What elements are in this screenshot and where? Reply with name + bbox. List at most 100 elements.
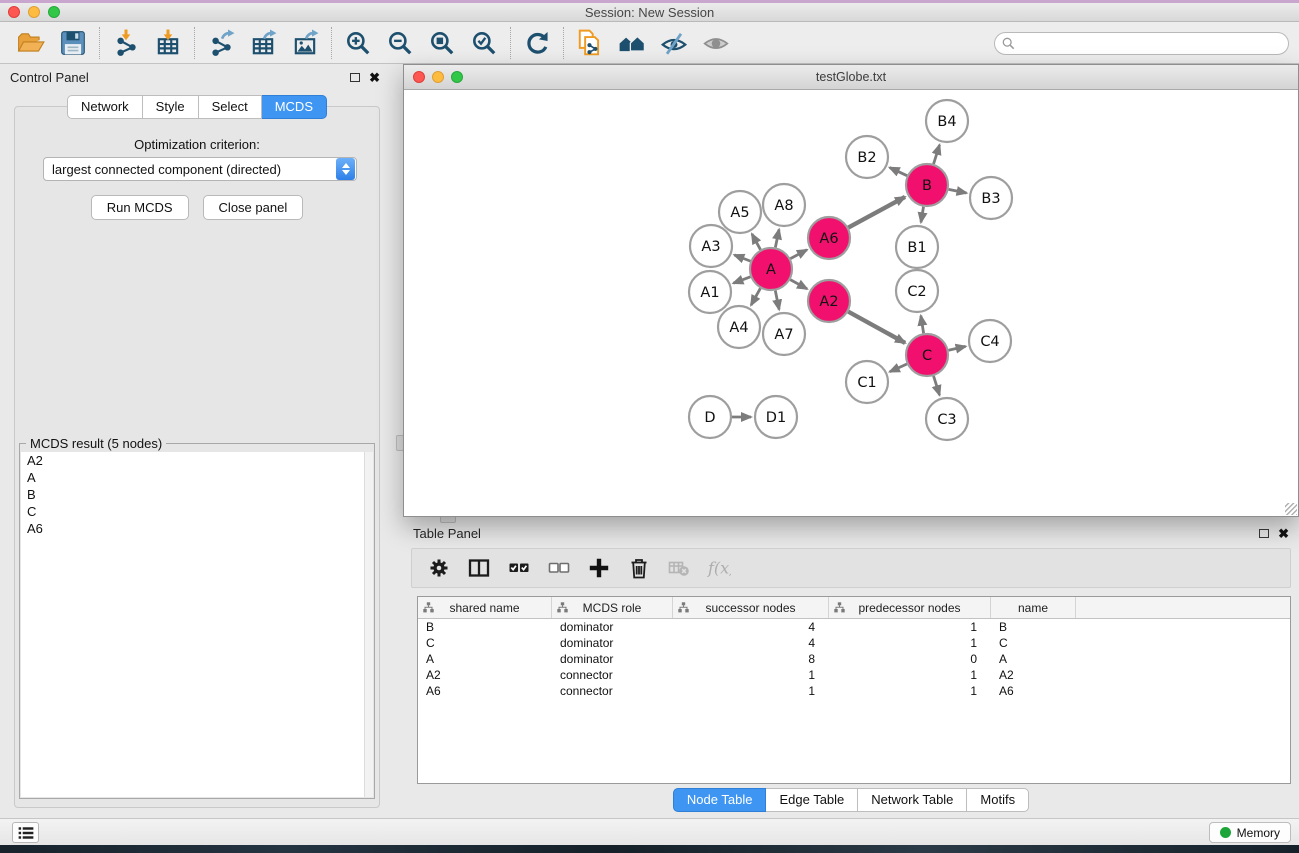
network-zoom-button[interactable] <box>451 71 463 83</box>
node-A[interactable]: A <box>750 248 792 290</box>
edge-A-A1[interactable] <box>733 277 750 283</box>
column-header-predecessor-nodes[interactable]: predecessor nodes <box>829 597 991 618</box>
node-D1[interactable]: D1 <box>755 396 797 438</box>
mcds-result-item[interactable]: B <box>21 486 373 503</box>
node-A4[interactable]: A4 <box>718 306 760 348</box>
mcds-result-item[interactable]: A6 <box>21 520 373 537</box>
columns-button[interactable] <box>462 552 496 584</box>
edge-B-B1[interactable] <box>921 207 924 223</box>
zoom-in-button[interactable] <box>337 25 379 61</box>
search-field[interactable] <box>994 32 1289 55</box>
table-row-B[interactable]: Bdominator41B <box>418 619 1290 635</box>
export-table-button[interactable] <box>242 25 284 61</box>
minimize-window-button[interactable] <box>28 6 40 18</box>
table-close-panel-icon[interactable]: ✖ <box>1278 527 1289 540</box>
mcds-result-item[interactable]: C <box>21 503 373 520</box>
window-resize-grip[interactable] <box>1285 503 1297 515</box>
trash-button[interactable] <box>622 552 656 584</box>
column-header-name[interactable]: name <box>991 597 1076 618</box>
search-input[interactable] <box>1015 34 1288 53</box>
node-A7[interactable]: A7 <box>763 313 805 355</box>
edge-A-A3[interactable] <box>734 255 750 261</box>
table-float-panel-icon[interactable] <box>1259 529 1269 538</box>
network-minimize-button[interactable] <box>432 71 444 83</box>
column-header-shared-name[interactable]: shared name <box>418 597 552 618</box>
edge-A-A8[interactable] <box>775 229 779 247</box>
node-A1[interactable]: A1 <box>689 271 731 313</box>
node-B4[interactable]: B4 <box>926 100 968 142</box>
table-row-A[interactable]: Adominator80A <box>418 651 1290 667</box>
node-D[interactable]: D <box>689 396 731 438</box>
column-header-successor-nodes[interactable]: successor nodes <box>673 597 829 618</box>
node-A8[interactable]: A8 <box>763 184 805 226</box>
zoom-fit-button[interactable] <box>421 25 463 61</box>
tab-select[interactable]: Select <box>199 95 262 119</box>
table-row-A2[interactable]: A2connector11A2 <box>418 667 1290 683</box>
table-tab-network-table[interactable]: Network Table <box>858 788 967 812</box>
node-C2[interactable]: C2 <box>896 270 938 312</box>
edge-A-A5[interactable] <box>752 234 761 250</box>
node-C[interactable]: C <box>906 334 948 376</box>
eye-slash-button[interactable] <box>653 25 695 61</box>
edge-B-B2[interactable] <box>890 168 907 176</box>
edge-A-A2[interactable] <box>790 280 807 289</box>
close-window-button[interactable] <box>8 6 20 18</box>
edge-A-A4[interactable] <box>751 288 760 305</box>
network-close-button[interactable] <box>413 71 425 83</box>
network-canvas[interactable]: A A1 A2 A3 A4 A5 A6 A7 A8 B B1 B2 B3B4 C C1 C2 C3C4 D D1 <box>404 90 1298 516</box>
node-C1[interactable]: C1 <box>846 361 888 403</box>
node-A3[interactable]: A3 <box>690 225 732 267</box>
close-panel-icon[interactable]: ✖ <box>369 71 380 84</box>
node-A5[interactable]: A5 <box>719 191 761 233</box>
table-tab-motifs[interactable]: Motifs <box>967 788 1029 812</box>
tab-network[interactable]: Network <box>67 95 143 119</box>
table-row-C[interactable]: Cdominator41C <box>418 635 1290 651</box>
export-image-button[interactable] <box>284 25 326 61</box>
node-A6[interactable]: A6 <box>808 217 850 259</box>
node-B2[interactable]: B2 <box>846 136 888 178</box>
run-mcds-button[interactable]: Run MCDS <box>91 195 189 220</box>
edge-C-C3[interactable] <box>934 376 940 395</box>
edge-C-C1[interactable] <box>890 364 907 372</box>
gear-button[interactable] <box>422 552 456 584</box>
open-session-folder-button[interactable] <box>10 25 52 61</box>
criterion-dropdown[interactable]: largest connected component (directed) <box>43 157 357 181</box>
node-B1[interactable]: B1 <box>896 226 938 268</box>
edge-A6-B[interactable] <box>848 197 905 228</box>
node-B3[interactable]: B3 <box>970 177 1012 219</box>
close-panel-button[interactable]: Close panel <box>203 195 304 220</box>
edge-A-A6[interactable] <box>790 250 807 259</box>
memory-button[interactable]: Memory <box>1209 822 1291 843</box>
clone-network-button[interactable] <box>569 25 611 61</box>
import-table-button[interactable] <box>147 25 189 61</box>
table-row-A6[interactable]: A6connector11A6 <box>418 683 1290 699</box>
save-session-button[interactable] <box>52 25 94 61</box>
node-C4[interactable]: C4 <box>969 320 1011 362</box>
refresh-button[interactable] <box>516 25 558 61</box>
edge-C-C4[interactable] <box>948 346 965 350</box>
mcds-result-item[interactable]: A2 <box>21 452 373 469</box>
edge-B-B4[interactable] <box>934 145 940 164</box>
zoom-window-button[interactable] <box>48 6 60 18</box>
houses-button[interactable] <box>611 25 653 61</box>
select-all-checkboxes-button[interactable] <box>502 552 536 584</box>
edge-A2-C[interactable] <box>848 312 905 343</box>
edge-C-C2[interactable] <box>921 316 924 334</box>
task-history-button[interactable] <box>12 822 39 843</box>
node-B[interactable]: B <box>906 164 948 206</box>
mcds-result-item[interactable]: A <box>21 469 373 486</box>
zoom-selected-button[interactable] <box>463 25 505 61</box>
tab-style[interactable]: Style <box>143 95 199 119</box>
column-header-MCDS-role[interactable]: MCDS role <box>552 597 673 618</box>
result-scrollbar[interactable] <box>364 452 373 797</box>
add-button[interactable] <box>582 552 616 584</box>
import-network-button[interactable] <box>105 25 147 61</box>
edge-A-A7[interactable] <box>775 291 779 310</box>
node-A2[interactable]: A2 <box>808 280 850 322</box>
table-tab-edge-table[interactable]: Edge Table <box>766 788 858 812</box>
clear-checkboxes-button[interactable] <box>542 552 576 584</box>
node-C3[interactable]: C3 <box>926 398 968 440</box>
float-panel-icon[interactable] <box>350 73 360 82</box>
edge-B-B3[interactable] <box>949 189 967 193</box>
zoom-out-button[interactable] <box>379 25 421 61</box>
